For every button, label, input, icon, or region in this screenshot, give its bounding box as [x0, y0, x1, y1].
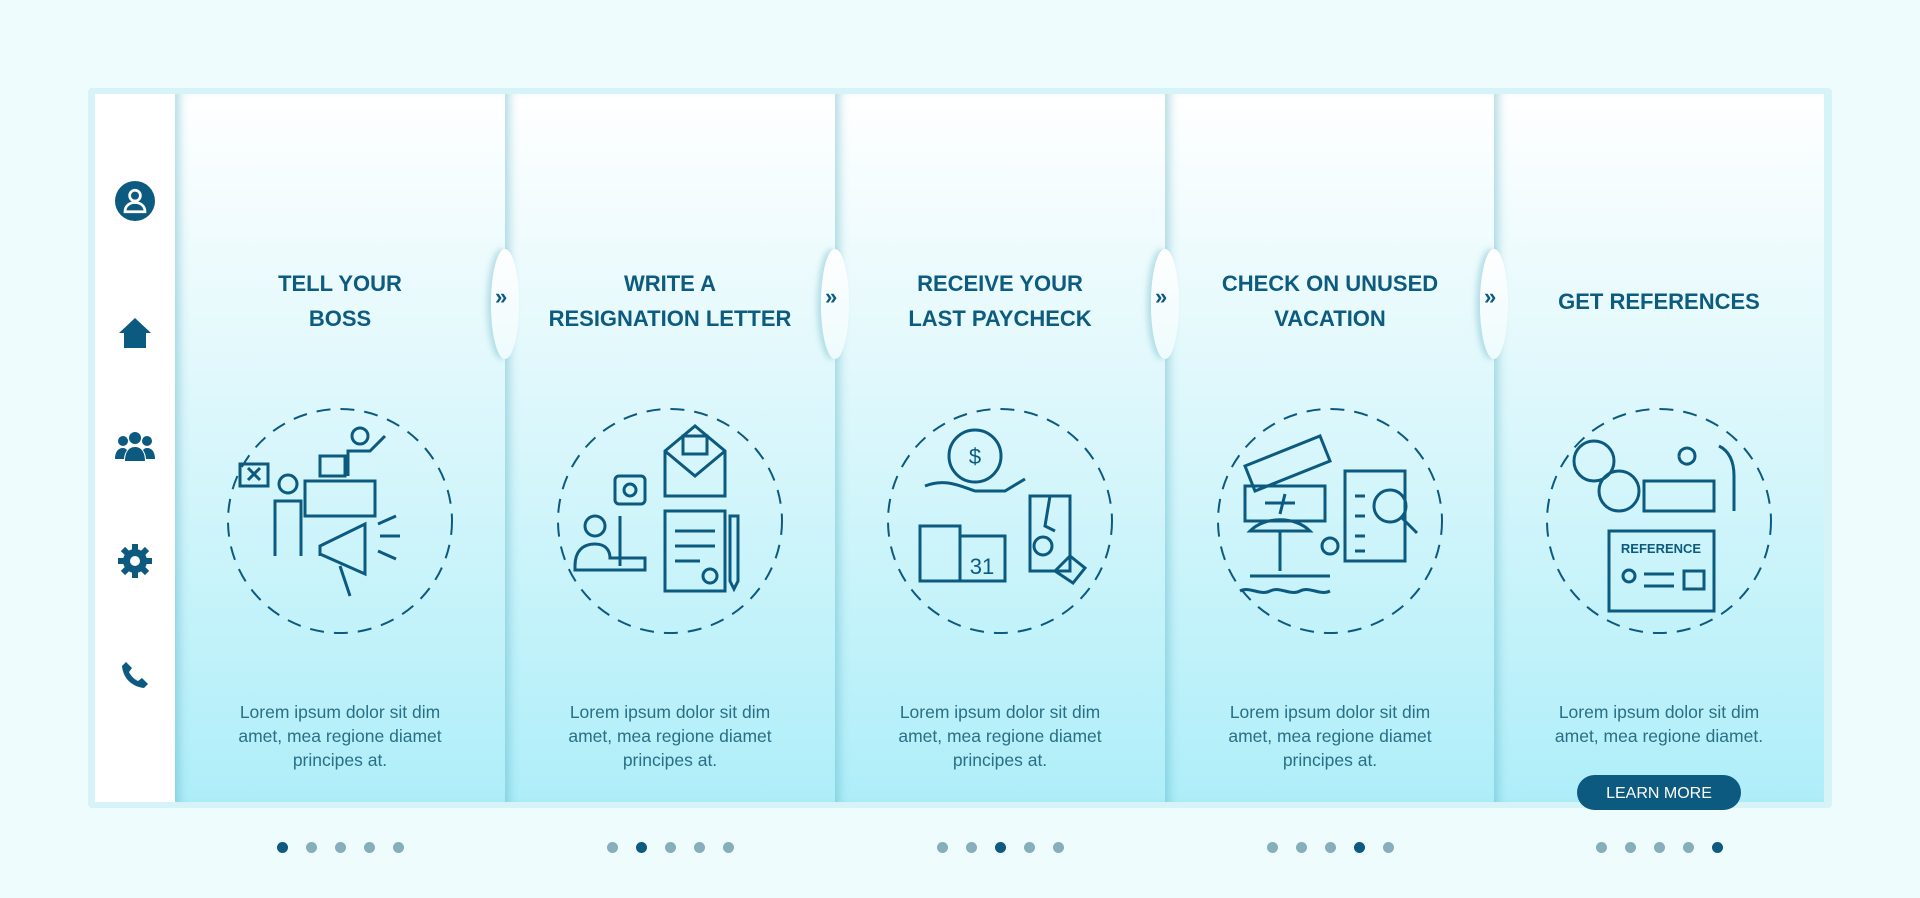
step-title: RECEIVE YOUR LAST PAYCHECK	[835, 266, 1165, 336]
pagination-dot[interactable]	[965, 842, 977, 853]
step-description: Lorem ipsum dolor sit dim amet, mea regio…	[505, 700, 835, 772]
pagination-dot[interactable]	[994, 842, 1006, 853]
step-panel: » RECEIVE YOUR LAST PAYCHECK $31 Lorem ipsum…	[821, 94, 1165, 853]
step-description: Lorem ipsum dolor sit dim amet, mea regio…	[1494, 700, 1824, 748]
pagination-dot[interactable]	[1653, 842, 1665, 853]
group-icon[interactable]	[115, 426, 155, 466]
next-chevron-icon[interactable]: »	[495, 284, 507, 310]
step-title-line: BOSS	[308, 306, 372, 331]
step-title-line: LAST PAYCHECK	[908, 306, 1092, 331]
description-line: amet, mea regione diamet	[898, 726, 1102, 746]
pagination-dot[interactable]	[1382, 842, 1394, 853]
pagination-dot[interactable]	[635, 842, 647, 853]
next-chevron-icon[interactable]: »	[825, 284, 837, 310]
description-line: principes at.	[952, 750, 1048, 770]
svg-text:$: $	[969, 444, 981, 469]
pagination-dot[interactable]	[305, 842, 317, 853]
step-description: Lorem ipsum dolor sit dim amet, mea regio…	[175, 700, 505, 772]
pagination-dot[interactable]	[1052, 842, 1064, 853]
pagination-dot[interactable]	[1295, 842, 1307, 853]
step-description: Lorem ipsum dolor sit dim amet, mea regio…	[1165, 700, 1495, 772]
next-chevron-icon[interactable]: »	[1484, 284, 1496, 310]
next-chevron-icon[interactable]: »	[1155, 284, 1167, 310]
pagination-dot[interactable]	[664, 842, 676, 853]
vacation-illustration	[1217, 408, 1443, 634]
step-panel: » GET REFERENCES REFERENCE Lorem ipsum dolo…	[1480, 94, 1824, 853]
description-line: Lorem ipsum dolor sit dim	[899, 702, 1101, 722]
step-title-line: CHECK ON UNUSED	[1221, 271, 1439, 296]
svg-text:31: 31	[970, 554, 994, 579]
step-panel: TELL YOUR BOSS Lorem ipsum dolor sit dim am…	[175, 94, 505, 853]
step-panel: » WRITE A RESIGNATION LETTER Lorem ipsum do…	[491, 94, 835, 853]
description-line: Lorem ipsum dolor sit dim	[239, 702, 441, 722]
resignation-letter-illustration	[557, 408, 783, 634]
pagination-dot[interactable]	[936, 842, 948, 853]
step-title-line: RECEIVE YOUR	[917, 271, 1083, 296]
pagination-dot[interactable]	[1023, 842, 1035, 853]
tell-boss-illustration	[227, 408, 453, 634]
step-title: WRITE A RESIGNATION LETTER	[505, 266, 835, 336]
step-title: CHECK ON UNUSED VACATION	[1165, 266, 1495, 336]
step-title-line: WRITE A	[623, 271, 717, 296]
svg-text:REFERENCE: REFERENCE	[1621, 541, 1702, 556]
pagination-dot[interactable]	[722, 842, 734, 853]
phone-icon[interactable]	[115, 655, 155, 695]
pagination-dot[interactable]	[1624, 842, 1636, 853]
pagination-dot[interactable]	[363, 842, 375, 853]
pagination-dot[interactable]	[1324, 842, 1336, 853]
pagination-dot[interactable]	[606, 842, 618, 853]
description-line: amet, mea regione diamet	[238, 726, 442, 746]
description-line: principes at.	[292, 750, 388, 770]
description-line: Lorem ipsum dolor sit dim	[1229, 702, 1431, 722]
learn-more-button[interactable]: LEARN MORE	[1577, 775, 1741, 810]
step-title-line: VACATION	[1274, 306, 1386, 331]
sidebar	[95, 94, 175, 802]
pagination-dot[interactable]	[1266, 842, 1278, 853]
step-panel: » CHECK ON UNUSED VACATION Lorem ipsum dolo…	[1151, 94, 1495, 853]
pagination-dots	[175, 842, 505, 853]
pagination-dot[interactable]	[1711, 842, 1723, 853]
pagination-dot[interactable]	[693, 842, 705, 853]
step-title-line: TELL YOUR	[278, 271, 402, 296]
pagination-dots	[1165, 842, 1495, 853]
pagination-dot[interactable]	[1682, 842, 1694, 853]
pagination-dots	[1494, 842, 1824, 853]
pagination-dots	[835, 842, 1165, 853]
step-title: GET REFERENCES	[1494, 284, 1824, 319]
description-line: principes at.	[1282, 750, 1378, 770]
pagination-dot[interactable]	[276, 842, 288, 853]
description-line: Lorem ipsum dolor sit dim	[1558, 702, 1760, 722]
pagination-dots	[505, 842, 835, 853]
gear-icon[interactable]	[115, 541, 155, 581]
description-line: amet, mea regione diamet	[568, 726, 772, 746]
step-title-line: GET REFERENCES	[1558, 289, 1760, 314]
step-title: TELL YOUR BOSS	[175, 266, 505, 336]
description-line: principes at.	[622, 750, 718, 770]
step-title-line: RESIGNATION LETTER	[548, 306, 792, 331]
user-icon[interactable]	[115, 181, 155, 221]
pagination-dot[interactable]	[1595, 842, 1607, 853]
pagination-dot[interactable]	[392, 842, 404, 853]
description-line: Lorem ipsum dolor sit dim	[569, 702, 771, 722]
pagination-dot[interactable]	[1353, 842, 1365, 853]
description-line: amet, mea regione diamet.	[1554, 726, 1764, 746]
pagination-dot[interactable]	[334, 842, 346, 853]
references-illustration: REFERENCE	[1546, 408, 1772, 634]
home-icon[interactable]	[115, 313, 155, 353]
step-description: Lorem ipsum dolor sit dim amet, mea regio…	[835, 700, 1165, 772]
paycheck-illustration: $31	[887, 408, 1113, 634]
description-line: amet, mea regione diamet	[1228, 726, 1432, 746]
